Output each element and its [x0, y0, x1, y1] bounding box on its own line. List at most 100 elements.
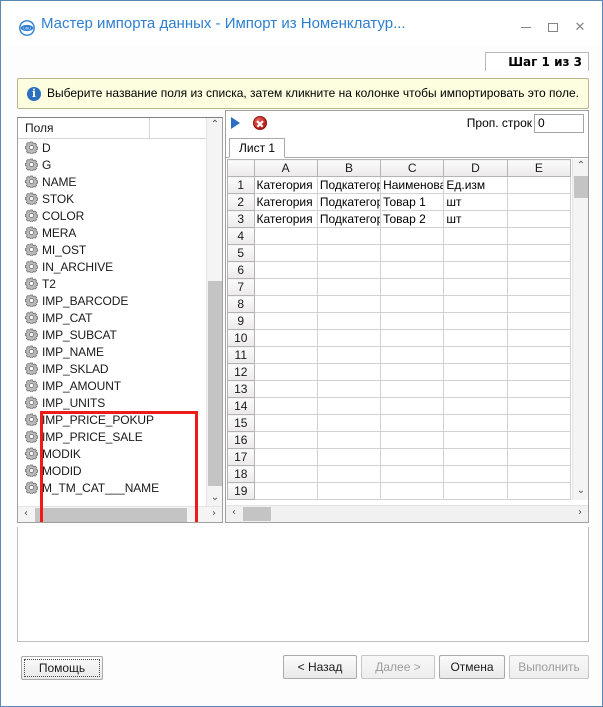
grid-cell[interactable]: [381, 381, 444, 398]
field-list-item[interactable]: T2: [19, 276, 207, 293]
row-header[interactable]: 10: [228, 330, 255, 347]
row-header[interactable]: 9: [228, 313, 255, 330]
grid-cell[interactable]: [381, 466, 444, 483]
scroll-right-icon[interactable]: ›: [206, 507, 222, 523]
field-list-item[interactable]: D: [19, 140, 207, 157]
grid-cell[interactable]: [317, 296, 380, 313]
sheet-horizontal-scrollbar[interactable]: ‹ ›: [226, 505, 588, 522]
skip-rows-input[interactable]: 0: [534, 114, 584, 133]
grid-cell[interactable]: [381, 262, 444, 279]
column-header-b[interactable]: B: [317, 160, 380, 177]
grid-cell[interactable]: [254, 449, 317, 466]
grid-cell[interactable]: [254, 347, 317, 364]
grid-cell[interactable]: [507, 194, 570, 211]
field-list-item[interactable]: IMP_BARCODE: [19, 293, 207, 310]
grid-cell[interactable]: [444, 245, 507, 262]
field-list-item[interactable]: MODIK: [19, 446, 207, 463]
grid-cell[interactable]: [507, 296, 570, 313]
row-header[interactable]: 12: [228, 364, 255, 381]
field-list-item[interactable]: IMP_PRICE_POKUP: [19, 412, 207, 429]
grid-cell[interactable]: [444, 347, 507, 364]
grid-cell[interactable]: Категория 1: [254, 194, 317, 211]
grid-cell[interactable]: Подкатегори: [317, 211, 380, 228]
grid-cell[interactable]: [317, 228, 380, 245]
row-header[interactable]: 16: [228, 432, 255, 449]
grid-cell[interactable]: [507, 347, 570, 364]
grid-cell[interactable]: [381, 228, 444, 245]
play-icon[interactable]: [231, 117, 240, 129]
grid-cell[interactable]: [317, 398, 380, 415]
grid-cell[interactable]: [381, 245, 444, 262]
row-header[interactable]: 17: [228, 449, 255, 466]
grid-cell[interactable]: [444, 415, 507, 432]
grid-cell[interactable]: [317, 381, 380, 398]
scroll-down-icon[interactable]: ⌄: [207, 491, 223, 507]
field-list-item[interactable]: G: [19, 157, 207, 174]
row-header[interactable]: 13: [228, 381, 255, 398]
grid-cell[interactable]: [254, 228, 317, 245]
column-header-e[interactable]: E: [507, 160, 570, 177]
grid-cell[interactable]: [381, 364, 444, 381]
grid-cell[interactable]: [507, 398, 570, 415]
grid-cell[interactable]: [254, 381, 317, 398]
sheet-vertical-scrollbar[interactable]: ⌃ ⌄: [572, 159, 588, 500]
field-list-item[interactable]: IMP_SKLAD: [19, 361, 207, 378]
row-header[interactable]: 14: [228, 398, 255, 415]
grid-cell[interactable]: [254, 262, 317, 279]
field-list-item[interactable]: IMP_SUBCAT: [19, 327, 207, 344]
grid-cell[interactable]: [317, 364, 380, 381]
grid-cell[interactable]: [317, 432, 380, 449]
field-list-item[interactable]: IN_ARCHIVE: [19, 259, 207, 276]
grid-cell[interactable]: [317, 347, 380, 364]
grid-cell[interactable]: [444, 262, 507, 279]
grid-cell[interactable]: [317, 483, 380, 500]
spreadsheet-grid[interactable]: ABCDE 1КатегорияПодкатегориНаименованЕд.…: [227, 159, 571, 500]
close-icon[interactable]: ✕: [567, 16, 593, 38]
grid-corner-cell[interactable]: [228, 160, 255, 177]
grid-cell[interactable]: [254, 245, 317, 262]
row-header[interactable]: 7: [228, 279, 255, 296]
grid-cell[interactable]: [444, 449, 507, 466]
grid-cell[interactable]: [444, 364, 507, 381]
field-list-item[interactable]: IMP_NAME: [19, 344, 207, 361]
row-header[interactable]: 18: [228, 466, 255, 483]
grid-cell[interactable]: [254, 483, 317, 500]
grid-cell[interactable]: [317, 415, 380, 432]
field-list-item[interactable]: M_TM_CAT___NAME: [19, 480, 207, 497]
grid-cell[interactable]: [507, 245, 570, 262]
grid-cell[interactable]: [317, 449, 380, 466]
fields-column-header[interactable]: Поля: [18, 118, 150, 138]
grid-cell[interactable]: [254, 364, 317, 381]
row-header[interactable]: 3: [228, 211, 255, 228]
field-list-item[interactable]: STOK: [19, 191, 207, 208]
grid-cell[interactable]: [507, 211, 570, 228]
field-list-item[interactable]: IMP_PRICE_SALE: [19, 429, 207, 446]
grid-cell[interactable]: [507, 381, 570, 398]
row-header[interactable]: 19: [228, 483, 255, 500]
grid-cell[interactable]: [254, 415, 317, 432]
grid-cell[interactable]: [507, 279, 570, 296]
grid-cell[interactable]: [254, 313, 317, 330]
maximize-button[interactable]: [540, 16, 566, 38]
grid-cell[interactable]: Наименован: [381, 177, 444, 194]
grid-cell[interactable]: [381, 449, 444, 466]
fields-hscroll-thumb[interactable]: [35, 508, 187, 522]
grid-cell[interactable]: [507, 228, 570, 245]
grid-cell[interactable]: [507, 415, 570, 432]
grid-cell[interactable]: шт: [444, 211, 507, 228]
grid-cell[interactable]: Подкатегори: [317, 194, 380, 211]
field-list-item[interactable]: COLOR: [19, 208, 207, 225]
grid-cell[interactable]: [317, 279, 380, 296]
grid-cell[interactable]: [381, 432, 444, 449]
grid-cell[interactable]: [507, 313, 570, 330]
cancel-icon[interactable]: [253, 116, 267, 130]
column-header-d[interactable]: D: [444, 160, 507, 177]
scroll-left-icon[interactable]: ‹: [18, 507, 34, 523]
cancel-button[interactable]: Отмена: [439, 655, 505, 679]
grid-cell[interactable]: Категория 1: [254, 211, 317, 228]
grid-cell[interactable]: [381, 398, 444, 415]
row-header[interactable]: 5: [228, 245, 255, 262]
grid-cell[interactable]: [444, 398, 507, 415]
grid-cell[interactable]: [507, 364, 570, 381]
grid-cell[interactable]: [381, 483, 444, 500]
